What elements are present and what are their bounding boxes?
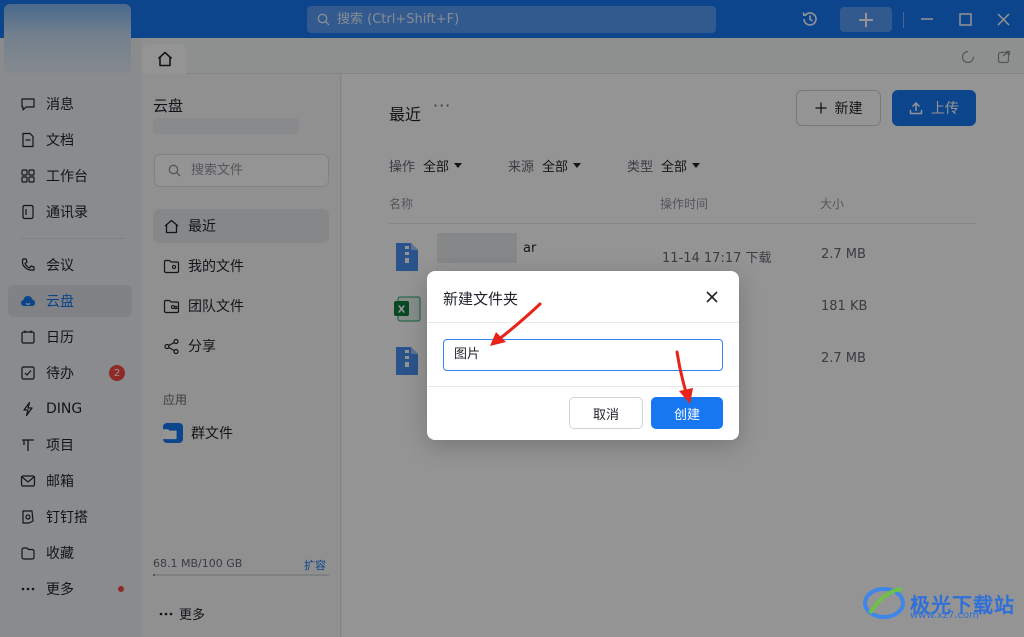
watermark-logo: 极光下载站 www.xz7.com (862, 583, 1015, 623)
watermark-logo-icon (863, 587, 905, 619)
close-icon[interactable] (705, 290, 719, 304)
dialog-header-divider (427, 322, 739, 323)
annotation-arrow-icon (675, 350, 693, 404)
watermark-url: www.xz7.com (910, 610, 979, 621)
cancel-button[interactable]: 取消 (569, 397, 643, 429)
annotation-arrow-icon (490, 302, 542, 346)
